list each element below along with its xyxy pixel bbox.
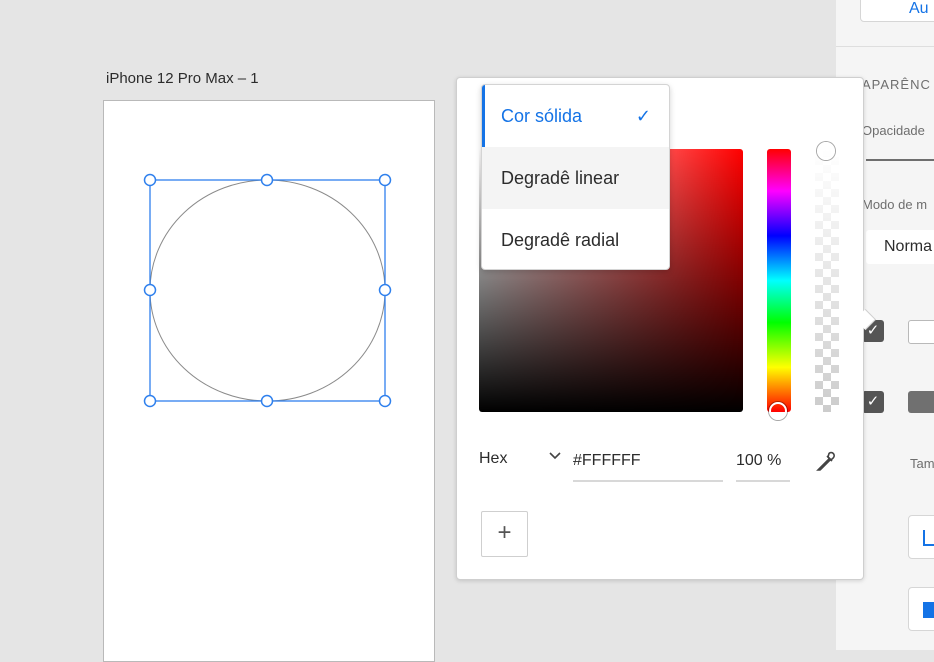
ellipse-shape[interactable]: [149, 179, 386, 402]
checkmark-icon: ✓: [635, 106, 651, 126]
artboard-title[interactable]: iPhone 12 Pro Max – 1: [106, 70, 259, 87]
stroke-join-icon: [923, 530, 934, 546]
resize-handle-bottom[interactable]: [260, 394, 274, 408]
resize-handle-top[interactable]: [260, 173, 274, 187]
alpha-slider[interactable]: [815, 149, 839, 412]
stroke-cap-icon: [923, 602, 934, 618]
appearance-section-title: APARÊNC: [862, 77, 931, 92]
panel-divider: [836, 46, 934, 47]
alpha-slider-handle[interactable]: [817, 142, 835, 160]
eyedropper-icon[interactable]: [814, 450, 838, 474]
hue-slider[interactable]: [767, 149, 791, 412]
fill-color-swatch[interactable]: [908, 320, 934, 344]
chevron-down-icon[interactable]: [548, 448, 562, 467]
resize-handle-bottom-left[interactable]: [143, 394, 157, 408]
blend-mode-dropdown[interactable]: Norma: [866, 230, 934, 264]
resize-handle-left[interactable]: [143, 283, 157, 297]
hex-value-input[interactable]: [573, 442, 723, 482]
border-color-swatch[interactable]: [908, 391, 934, 413]
opacity-label: Opacidade: [862, 123, 925, 138]
hue-slider-handle[interactable]: [769, 402, 787, 420]
menu-item-solid-color[interactable]: Cor sólida ✓: [482, 85, 669, 147]
menu-item-label: Degradê radial: [501, 230, 620, 250]
resize-handle-top-right[interactable]: [378, 173, 392, 187]
resize-handle-bottom-right[interactable]: [378, 394, 392, 408]
stroke-cap-button[interactable]: [908, 587, 934, 631]
resize-handle-right[interactable]: [378, 283, 392, 297]
fill-type-menu: Cor sólida ✓ Degradê linear Degradê radi…: [481, 84, 670, 270]
add-swatch-button[interactable]: +: [481, 511, 528, 557]
opacity-slider-track[interactable]: [866, 159, 934, 161]
menu-item-label: Cor sólida: [501, 106, 583, 126]
border-checkbox[interactable]: ✓: [862, 391, 884, 413]
color-mode-dropdown[interactable]: Hex: [479, 450, 507, 468]
menu-item-label: Degradê linear: [501, 168, 620, 188]
menu-item-radial-gradient[interactable]: Degradê radial: [482, 209, 669, 269]
auto-button[interactable]: Au: [860, 0, 934, 22]
stroke-join-button[interactable]: [908, 515, 934, 559]
blend-mode-label: Modo de m: [862, 197, 928, 212]
size-label: Tam: [910, 456, 934, 471]
menu-item-linear-gradient[interactable]: Degradê linear: [482, 147, 669, 209]
resize-handle-top-left[interactable]: [143, 173, 157, 187]
opacity-percent-input[interactable]: [736, 442, 790, 482]
